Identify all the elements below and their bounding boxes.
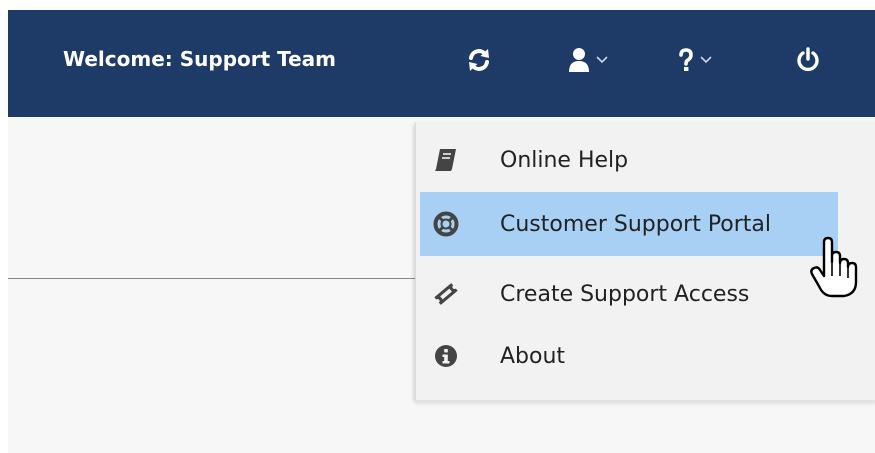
power-icon: [796, 47, 820, 73]
hand-pointer-cursor-icon: [808, 236, 860, 300]
menu-item-create-support-access[interactable]: Create Support Access: [420, 262, 838, 326]
menu-item-about[interactable]: About: [420, 324, 838, 388]
logout-button[interactable]: [796, 46, 820, 74]
help-dropdown-menu: Online Help Customer Support Portal Crea…: [415, 122, 875, 400]
chevron-down-icon: [700, 56, 712, 64]
content-divider: [8, 278, 418, 279]
page: Welcome: Support Team Online Help Custom…: [0, 0, 875, 453]
book-icon: [428, 142, 464, 178]
refresh-icon: [466, 47, 492, 73]
welcome-text: Welcome: Support Team: [63, 47, 337, 71]
help-menu-button[interactable]: [678, 46, 712, 74]
question-icon: [678, 48, 694, 72]
ticket-icon: [428, 276, 464, 312]
menu-item-label: Customer Support Portal: [500, 211, 772, 237]
menu-item-label: Online Help: [500, 147, 629, 173]
menu-item-label: Create Support Access: [500, 281, 750, 307]
menu-item-online-help[interactable]: Online Help: [420, 128, 838, 192]
top-navbar: Welcome: Support Team: [8, 10, 875, 117]
dropdown-shadow: [415, 400, 875, 406]
user-menu-button[interactable]: [568, 46, 608, 74]
chevron-down-icon: [596, 56, 608, 64]
refresh-button[interactable]: [466, 46, 492, 74]
life-ring-icon: [428, 206, 464, 242]
menu-item-label: About: [500, 343, 566, 369]
info-icon: [428, 338, 464, 374]
user-icon: [568, 47, 590, 73]
menu-item-customer-support-portal[interactable]: Customer Support Portal: [420, 192, 838, 256]
